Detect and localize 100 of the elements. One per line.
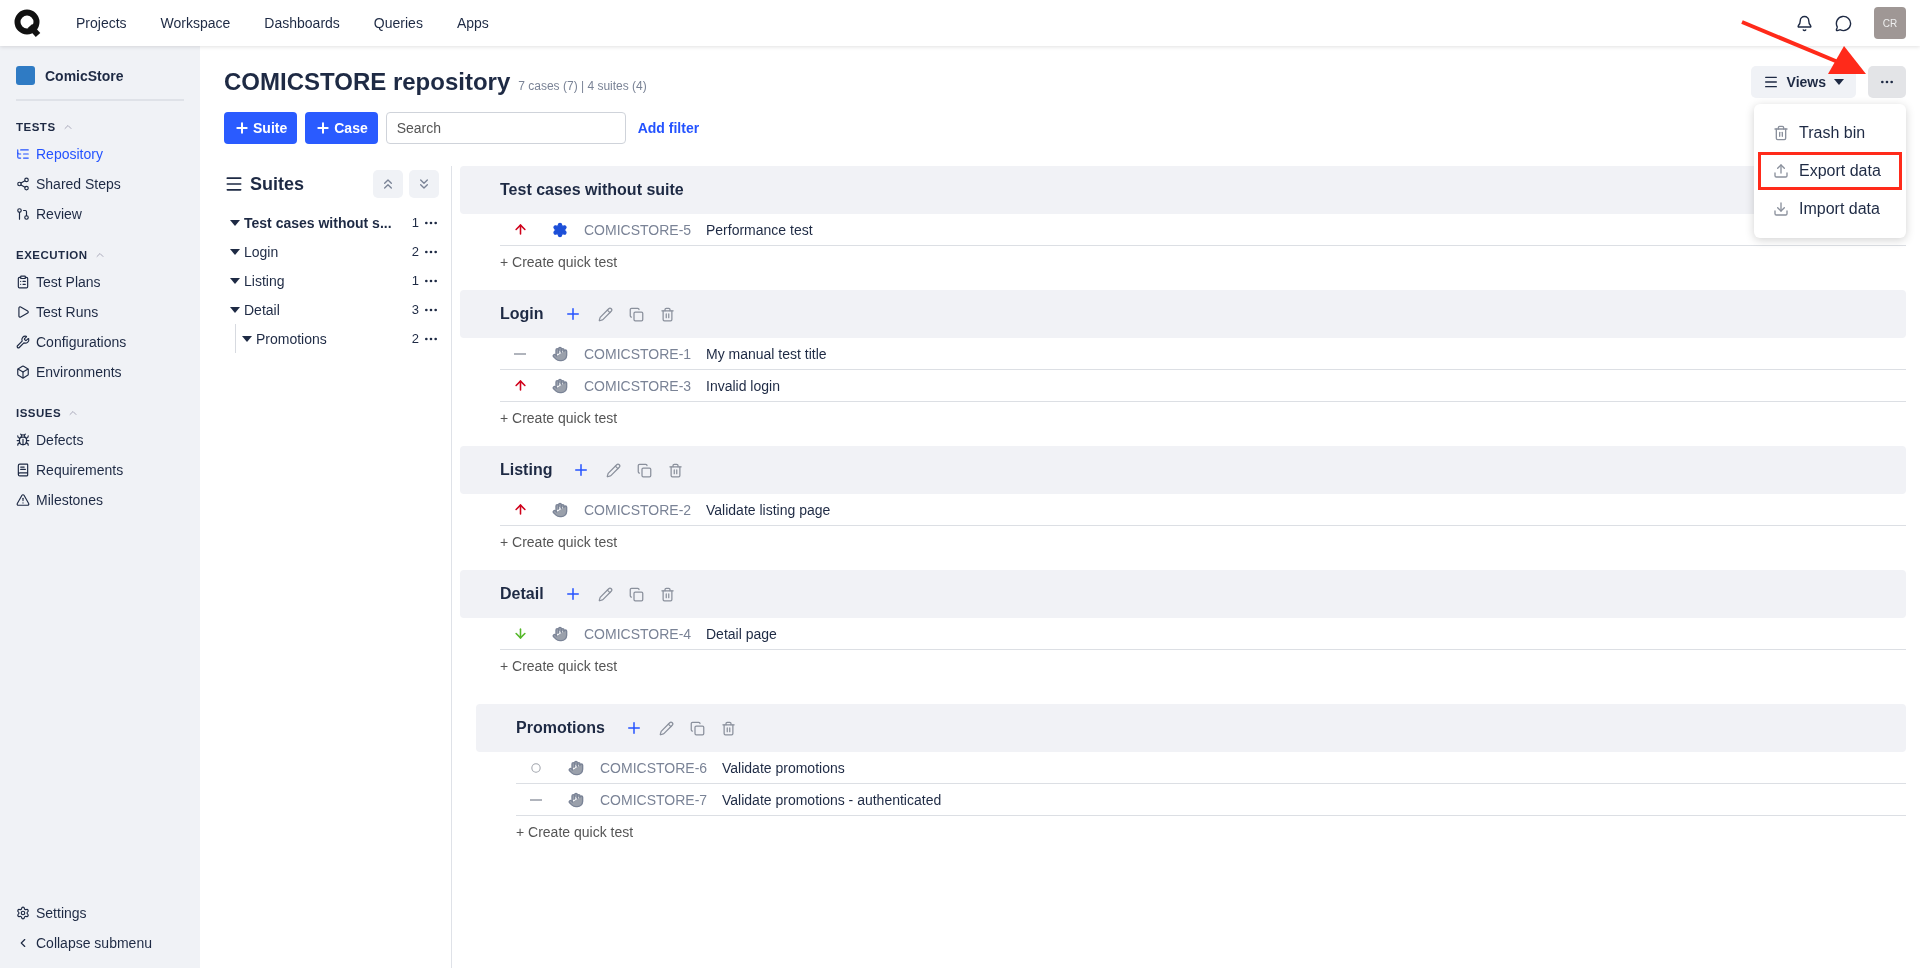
case-id: COMICSTORE-6 <box>599 759 709 776</box>
caret-icon[interactable] <box>230 217 240 228</box>
trash-icon[interactable] <box>668 462 684 478</box>
menu-item[interactable]: Import data <box>1758 190 1902 228</box>
sidebar-item[interactable]: Test Plans <box>16 267 184 297</box>
bug-icon <box>16 433 30 447</box>
case-count: 2 <box>410 244 419 259</box>
menu-item[interactable]: Trash bin <box>1758 114 1902 152</box>
menu-icon <box>224 174 244 194</box>
case-id: COMICSTORE-2 <box>583 501 693 518</box>
suite-title: Test cases without suite <box>500 181 684 199</box>
suite-title: Listing <box>500 461 553 479</box>
sidebar-item[interactable]: Configurations <box>16 327 184 357</box>
case-title[interactable]: My manual test title <box>706 345 827 362</box>
create-quick-test-link[interactable]: + Create quick test <box>500 246 1906 278</box>
trash-icon[interactable] <box>659 306 675 322</box>
clipboard-icon <box>16 275 30 289</box>
sidebar-item[interactable]: Test Runs <box>16 297 184 327</box>
plus-icon <box>234 120 250 136</box>
section-heading: TESTS <box>16 121 56 133</box>
counts-text: 7 cases (7) | 4 suites (4) <box>518 79 647 93</box>
suite-title: Detail <box>500 585 544 603</box>
pull-request-icon <box>16 207 30 221</box>
copy-icon[interactable] <box>689 720 705 736</box>
sidebar-item[interactable]: Defects <box>16 425 184 455</box>
create-quick-test-link[interactable]: + Create quick test <box>516 816 1906 848</box>
add-button[interactable]: Case <box>305 112 378 144</box>
pencil-icon[interactable] <box>606 462 622 478</box>
pencil-icon[interactable] <box>658 720 674 736</box>
copy-icon[interactable] <box>628 306 644 322</box>
sidebar-item[interactable]: Requirements <box>16 455 184 485</box>
create-quick-test-link[interactable]: + Create quick test <box>500 526 1906 558</box>
nav-link[interactable]: Queries <box>373 15 423 31</box>
case-id: COMICSTORE-1 <box>583 345 693 362</box>
suite-tree-item[interactable]: Detail <box>244 301 401 318</box>
case-title[interactable]: Validate listing page <box>706 501 831 518</box>
case-title[interactable]: Detail page <box>706 625 777 642</box>
share-icon <box>16 177 30 191</box>
nav-link[interactable]: Apps <box>456 15 489 31</box>
case-title[interactable]: Performance test <box>706 221 813 238</box>
sidebar-item[interactable]: Collapse submenu <box>16 928 184 958</box>
section-heading: EXECUTION <box>16 249 88 261</box>
sidebar-item[interactable]: Review <box>16 199 184 229</box>
add-filter-link[interactable]: Add filter <box>637 120 700 136</box>
copy-icon[interactable] <box>637 462 653 478</box>
suite-title: Promotions <box>516 719 605 737</box>
menu-item[interactable]: Export data <box>1758 152 1902 190</box>
download-icon <box>1773 201 1789 217</box>
create-quick-test-link[interactable]: + Create quick test <box>500 650 1906 682</box>
suite-tree-item[interactable]: Login <box>244 243 401 260</box>
caret-icon[interactable] <box>230 304 240 315</box>
trash-icon[interactable] <box>720 720 736 736</box>
trash-icon <box>1773 125 1789 141</box>
tree-list-icon <box>16 147 30 161</box>
sidebar-item[interactable]: Milestones <box>16 485 184 515</box>
cube-icon <box>16 365 30 379</box>
collapse-all-button[interactable] <box>409 170 439 198</box>
nav-link[interactable]: Projects <box>76 15 127 31</box>
case-count: 2 <box>410 331 419 346</box>
caret-icon[interactable] <box>242 333 252 344</box>
sidebar-item[interactable]: Environments <box>16 357 184 387</box>
expand-all-button[interactable] <box>373 170 403 198</box>
nav-link[interactable]: Dashboards <box>264 15 340 31</box>
pencil-icon[interactable] <box>597 306 613 322</box>
page-title: COMICSTORE repository <box>224 68 511 96</box>
copy-icon[interactable] <box>628 586 644 602</box>
menu-icon <box>1762 74 1779 90</box>
case-title[interactable]: Validate promotions - authenticated <box>722 791 942 808</box>
sidebar-item[interactable]: Repository <box>16 139 184 169</box>
project-icon <box>16 66 35 85</box>
case-count: 1 <box>410 273 419 288</box>
suite-tree-item[interactable]: Promotions <box>256 330 401 347</box>
nav-link[interactable]: Workspace <box>160 15 231 31</box>
case-id: COMICSTORE-5 <box>583 221 693 238</box>
bell-icon[interactable] <box>1796 14 1813 32</box>
trash-icon[interactable] <box>659 586 675 602</box>
pencil-icon[interactable] <box>597 586 613 602</box>
caret-icon <box>1834 79 1844 85</box>
panel-title: Suites <box>250 173 305 195</box>
suite-title: Login <box>500 305 544 323</box>
play-icon <box>16 305 30 319</box>
case-id: COMICSTORE-3 <box>583 377 693 394</box>
caret-icon[interactable] <box>230 275 240 286</box>
sidebar-item[interactable]: Shared Steps <box>16 169 184 199</box>
add-button[interactable]: Suite <box>224 112 298 144</box>
triangle-icon <box>16 493 30 507</box>
project-name[interactable]: ComicStore <box>45 67 124 84</box>
case-title[interactable]: Validate promotions <box>722 759 845 776</box>
book-icon <box>16 463 30 477</box>
case-id: COMICSTORE-4 <box>583 625 693 642</box>
case-title[interactable]: Invalid login <box>706 377 780 394</box>
suite-tree-item[interactable]: Test cases without s... <box>244 214 401 231</box>
create-quick-test-link[interactable]: + Create quick test <box>500 402 1906 434</box>
logo-icon[interactable] <box>14 9 42 37</box>
chat-icon[interactable] <box>1835 14 1852 32</box>
sidebar-item[interactable]: Settings <box>16 898 184 928</box>
caret-icon[interactable] <box>230 246 240 257</box>
search-field[interactable]: Search <box>385 112 626 144</box>
views-button[interactable]: Views <box>1750 66 1856 98</box>
suite-tree-item[interactable]: Listing <box>244 272 401 289</box>
